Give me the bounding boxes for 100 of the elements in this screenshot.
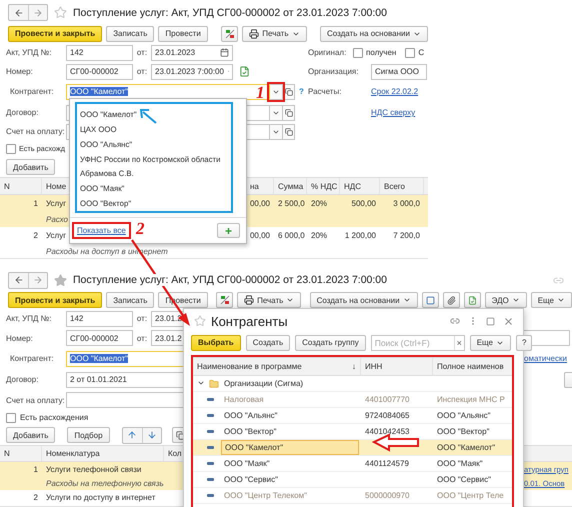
dropdown-button[interactable] [270, 84, 283, 100]
edo-menu-button[interactable]: ЭДО [484, 292, 527, 308]
maximize-icon[interactable] [486, 316, 495, 326]
table-cell-text: 7 200,0 [392, 230, 421, 242]
item-icon [207, 494, 214, 497]
clear-button[interactable]: × [454, 336, 464, 350]
paperclip-icon [446, 296, 456, 304]
organization-field[interactable]: Сигма ООО [371, 64, 427, 80]
item-icon [207, 462, 214, 465]
search-field[interactable]: Поиск (Ctrl+F) × [370, 334, 465, 350]
calendar-icon [220, 48, 229, 57]
table-cell-text: ООО "Альянс" [436, 410, 492, 422]
column-header: % НДС [307, 178, 340, 194]
caret-icon [512, 296, 520, 304]
toolbar-button[interactable]: Провести [158, 26, 208, 42]
field-label: Номер: [6, 334, 34, 342]
column-header: N [0, 446, 42, 461]
create-button[interactable]: Создать [246, 334, 290, 350]
post-close-button[interactable]: Провести и закрыть [8, 292, 102, 308]
field-label: Договор: [6, 108, 40, 117]
column-header[interactable]: Полное наименов [433, 358, 512, 375]
number-field[interactable]: СГ00-000002 [66, 64, 133, 80]
star-icon[interactable] [54, 274, 67, 286]
add-button[interactable]: Добавить [6, 159, 56, 175]
select-button[interactable]: Выбрать [191, 334, 241, 350]
table-cell-text: ООО "Маяк" [436, 458, 484, 470]
open-button[interactable] [283, 124, 295, 140]
field-label: Контрагент: [9, 354, 55, 363]
star-icon[interactable] [194, 315, 206, 327]
help-link[interactable]: ? [299, 87, 304, 96]
open-button[interactable] [283, 104, 295, 120]
forward-icon [33, 275, 43, 285]
field-label: Акт, УПД №: [6, 314, 52, 323]
auto-link[interactable]: оматически [524, 354, 567, 363]
date-field[interactable]: 23.01.2023 7:00:00 [151, 64, 233, 80]
vat-link[interactable]: НДС сверху [371, 108, 416, 117]
folder-icon [209, 378, 219, 388]
act-number-field[interactable]: 142 [66, 310, 133, 326]
act-number-field[interactable]: 142 [66, 44, 133, 60]
table-cell-text: ООО "Сервис" [436, 474, 492, 486]
add-button[interactable]: Добавить [6, 427, 56, 443]
post-close-button[interactable]: Провести и закрыть [8, 26, 102, 42]
toolbar-button[interactable]: Записать [106, 26, 154, 42]
caret-icon [557, 296, 565, 304]
settlements-link[interactable]: Срок 22.02.2 [371, 87, 418, 96]
column-header[interactable]: ИНН [361, 358, 433, 375]
toolbar-button[interactable]: Записать [106, 292, 154, 308]
link-icon[interactable] [450, 316, 460, 326]
debit-credit-button[interactable] [216, 292, 234, 308]
show-all-link[interactable]: Показать все [77, 226, 126, 235]
window-title: Поступление услуг: Акт, УПД СГ00-000002 от 23.01.2023 7:00:00 [73, 6, 387, 18]
sign-button[interactable] [464, 292, 481, 308]
debit-credit-button[interactable] [221, 26, 238, 42]
pointer-arrow [140, 109, 157, 124]
print-menu-button[interactable]: Печать [242, 26, 306, 42]
close-icon[interactable] [503, 316, 514, 326]
field-label: от: [136, 48, 148, 57]
column-header[interactable]: Наименование в программе ↓ [193, 358, 361, 375]
field-label: Акт, УПД №: [6, 48, 52, 57]
table-cell-text: 1 [32, 198, 39, 210]
menu-button[interactable]: Создать на основании [310, 292, 418, 308]
printer-icon [249, 28, 260, 38]
table-cell-text: 9724084065 [364, 410, 410, 422]
table-cell-text: 00,00 [248, 198, 271, 210]
checkbox[interactable] [6, 412, 16, 422]
caret-icon [286, 296, 294, 304]
checkbox[interactable] [6, 144, 16, 154]
more-button[interactable]: Еще [530, 292, 572, 308]
table-cell-text: Услуги по доступу в интернет [45, 492, 156, 504]
field-label: от: [136, 314, 148, 323]
structure-button[interactable] [422, 292, 439, 308]
field-label: Счет на оплату: [6, 127, 66, 136]
print-menu-button[interactable]: Печать [237, 292, 302, 308]
checkbox[interactable] [353, 48, 363, 58]
column-header: Номе [45, 180, 68, 192]
item-icon [207, 478, 214, 481]
help-button[interactable]: ? [516, 334, 532, 350]
field-label: Счет на оплату: [6, 396, 66, 404]
create-button[interactable]: Создать группу [295, 334, 366, 350]
attach-button[interactable] [442, 292, 460, 308]
table-cell-text: Расходы на телефонную связь [45, 478, 165, 490]
checkbox-label: Есть расхождения [20, 413, 88, 422]
menu-button[interactable]: Создать на основании [320, 26, 428, 42]
checkbox-label: С [418, 48, 424, 57]
pick-button[interactable]: Подбор [67, 427, 110, 443]
printer-icon [244, 295, 254, 305]
more-button[interactable]: Еще [470, 334, 511, 350]
checkbox[interactable] [405, 48, 416, 58]
table-cell-text: 6 000,0 [277, 230, 306, 242]
down-arrow-icon [146, 430, 157, 440]
number-field[interactable]: СГ00-000002 [66, 330, 133, 346]
date-field[interactable]: 23.01.2023 [151, 44, 233, 60]
open-icon [284, 88, 292, 96]
field-label: Оригинал: [308, 48, 348, 57]
item-icon [207, 430, 214, 433]
star-icon[interactable] [54, 6, 67, 19]
ledger-icon [220, 295, 230, 305]
table-row[interactable]: ООО "Камелот" ООО "Камелот" [193, 440, 512, 456]
table-cell-text: 1 [32, 464, 39, 476]
document-check-icon[interactable] [239, 66, 250, 77]
